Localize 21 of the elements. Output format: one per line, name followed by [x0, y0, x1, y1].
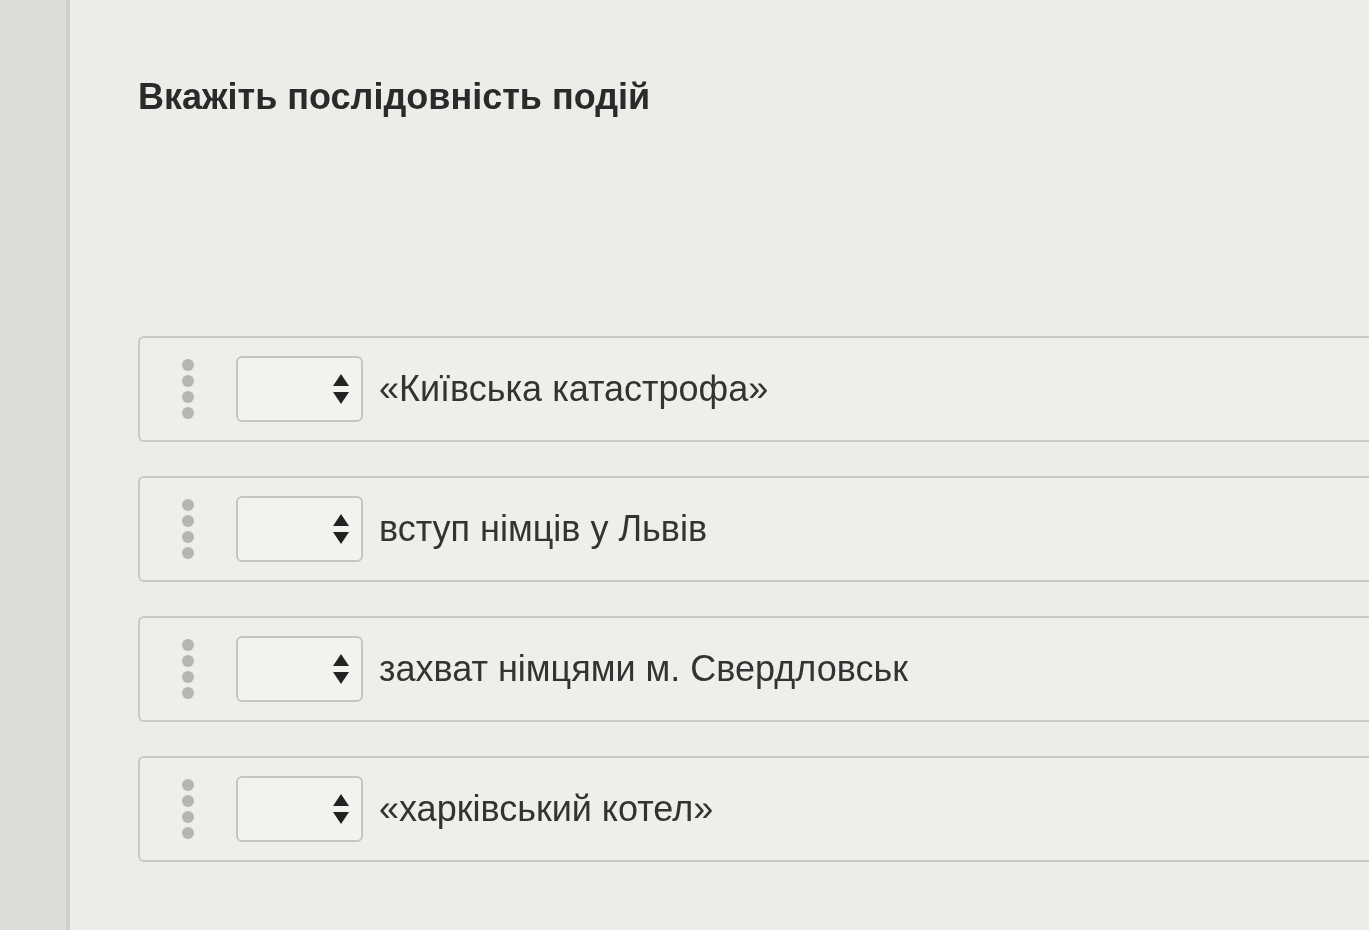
- drag-handle-icon[interactable]: [180, 639, 196, 699]
- drag-handle-icon[interactable]: [180, 359, 196, 419]
- answer-row[interactable]: захват німцями м. Свердловськ: [138, 616, 1369, 722]
- event-label: захват німцями м. Свердловськ: [379, 647, 908, 691]
- event-label: «Київська катастрофа»: [379, 367, 769, 411]
- drag-handle-icon[interactable]: [180, 779, 196, 839]
- order-select[interactable]: [236, 356, 363, 422]
- drag-handle-icon[interactable]: [180, 499, 196, 559]
- answer-row[interactable]: вступ німців у Львів: [138, 476, 1369, 582]
- answer-row[interactable]: «харківський котел»: [138, 756, 1369, 862]
- event-label: «харківський котел»: [379, 787, 714, 831]
- sort-arrows-icon: [333, 654, 349, 684]
- sort-arrows-icon: [333, 374, 349, 404]
- order-select[interactable]: [236, 496, 363, 562]
- order-select[interactable]: [236, 636, 363, 702]
- order-select[interactable]: [236, 776, 363, 842]
- question-title: Вкажіть послідовність подій: [138, 75, 651, 119]
- event-label: вступ німців у Львів: [379, 507, 708, 551]
- answer-row[interactable]: «Київська катастрофа»: [138, 336, 1369, 442]
- sort-arrows-icon: [333, 794, 349, 824]
- sort-arrows-icon: [333, 514, 349, 544]
